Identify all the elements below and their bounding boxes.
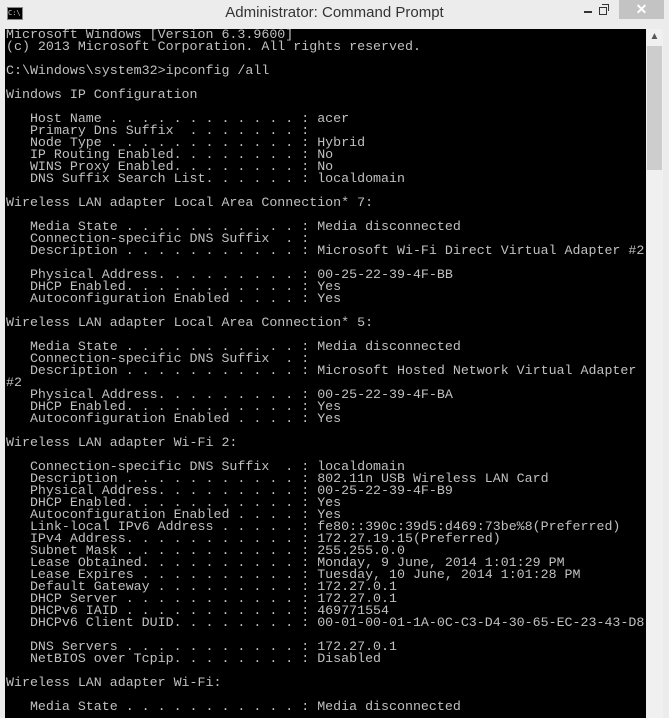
console-line: Wireless LAN adapter Local Area Connecti… (6, 315, 374, 330)
console-output[interactable]: Microsoft Windows [Version 6.3.9600] (c) … (5, 29, 646, 718)
scroll-up-arrow-icon[interactable]: ▲ (646, 29, 663, 45)
console-line: Autoconfiguration Enabled . . . . : Yes (6, 291, 342, 306)
close-button[interactable]: ✕ (619, 0, 664, 19)
console-line: NetBIOS over Tcpip. . . . . . . . : Disa… (6, 651, 382, 666)
console-line: Wireless LAN adapter Wi-Fi: (6, 675, 222, 690)
scrollbar-thumb[interactable] (647, 46, 662, 170)
console-line: Description . . . . . . . . . . . : Micr… (6, 363, 637, 378)
console-line: Wireless LAN adapter Wi-Fi 2: (6, 435, 238, 450)
console-line: Description . . . . . . . . . . . : Micr… (6, 243, 645, 258)
console-line: Media State . . . . . . . . . . . : Medi… (6, 699, 461, 714)
console-text: Microsoft Windows [Version 6.3.9600] (c) … (5, 29, 646, 713)
title-bar: C:\ Administrator: Command Prompt ✕ (0, 0, 669, 29)
console-line: (c) 2013 Microsoft Corporation. All righ… (6, 39, 421, 54)
console-line: Windows IP Configuration (6, 87, 198, 102)
vertical-scrollbar[interactable]: ▲ (646, 29, 663, 718)
window-title: Administrator: Command Prompt (225, 4, 444, 21)
console-line: DNS Suffix Search List. . . . . . : loca… (6, 171, 405, 186)
console-line: Autoconfiguration Enabled . . . . : Yes (6, 411, 342, 426)
console-line: DHCPv6 Client DUID. . . . . . . . : 00-0… (6, 615, 645, 630)
console-line: C:\Windows\system32>ipconfig /all (6, 63, 270, 78)
console-line: Wireless LAN adapter Local Area Connecti… (6, 195, 374, 210)
